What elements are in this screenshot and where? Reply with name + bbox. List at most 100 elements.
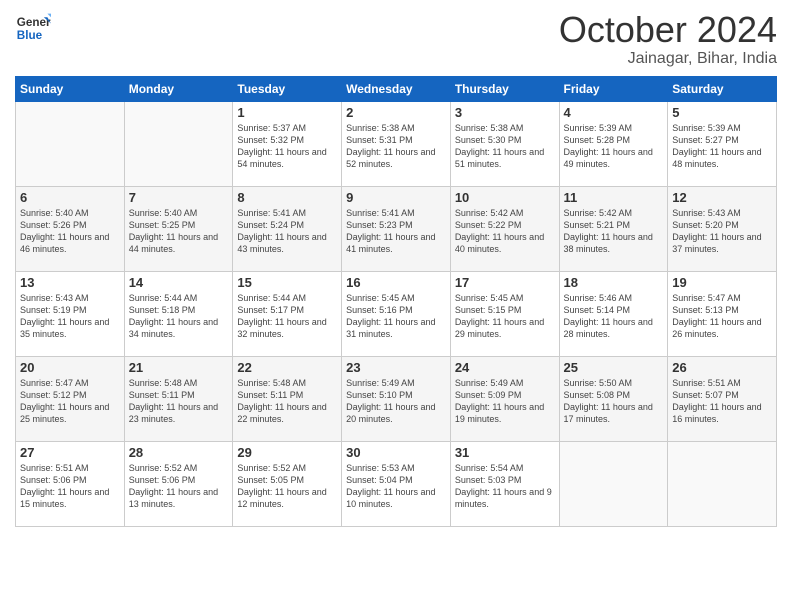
day-number: 21 [129,360,229,375]
day-number: 3 [455,105,555,120]
cell-content: Sunrise: 5:37 AMSunset: 5:32 PMDaylight:… [237,122,337,171]
logo-icon: General Blue [15,10,51,46]
calendar-cell: 26 Sunrise: 5:51 AMSunset: 5:07 PMDayligh… [668,356,777,441]
calendar-week-1: 1 Sunrise: 5:37 AMSunset: 5:32 PMDaylight… [16,101,777,186]
cell-content: Sunrise: 5:53 AMSunset: 5:04 PMDaylight:… [346,462,446,511]
calendar-cell: 7Sunrise: 5:40 AMSunset: 5:25 PMDaylight… [124,186,233,271]
cell-content: Sunrise: 5:47 AMSunset: 5:13 PMDaylight:… [672,292,772,341]
calendar-cell: 23 Sunrise: 5:49 AMSunset: 5:10 PMDayligh… [342,356,451,441]
calendar-cell: 9 Sunrise: 5:41 AMSunset: 5:23 PMDaylight… [342,186,451,271]
day-number: 4 [564,105,664,120]
calendar-cell [559,441,668,526]
cell-content: Sunrise: 5:48 AMSunset: 5:11 PMDaylight:… [237,377,337,426]
cell-content: Sunrise: 5:51 AMSunset: 5:07 PMDaylight:… [672,377,772,426]
cell-content: Sunrise: 5:39 AMSunset: 5:27 PMDaylight:… [672,122,772,171]
header: General Blue October 2024 Jainagar, Biha… [15,10,777,68]
calendar-cell [16,101,125,186]
calendar-cell: 1 Sunrise: 5:37 AMSunset: 5:32 PMDaylight… [233,101,342,186]
day-number: 17 [455,275,555,290]
day-number: 8 [237,190,337,205]
calendar-cell: 2Sunrise: 5:38 AMSunset: 5:31 PMDaylight… [342,101,451,186]
calendar-cell: 16 Sunrise: 5:45 AMSunset: 5:16 PMDayligh… [342,271,451,356]
cell-content: Sunrise: 5:38 AMSunset: 5:30 PMDaylight:… [455,122,555,171]
title-block: October 2024 Jainagar, Bihar, India [559,10,777,68]
day-number: 2 [346,105,446,120]
cell-content: Sunrise: 5:41 AMSunset: 5:23 PMDaylight:… [346,207,446,256]
cell-content: Sunrise: 5:44 AMSunset: 5:17 PMDaylight:… [237,292,337,341]
cell-content: Sunrise: 5:42 AMSunset: 5:21 PMDaylight:… [564,207,664,256]
day-number: 9 [346,190,446,205]
day-number: 26 [672,360,772,375]
calendar-cell: 11 Sunrise: 5:42 AMSunset: 5:21 PMDayligh… [559,186,668,271]
day-number: 27 [20,445,120,460]
svg-text:Blue: Blue [17,29,43,42]
calendar-cell: 14Sunrise: 5:44 AMSunset: 5:18 PMDayligh… [124,271,233,356]
cell-content: Sunrise: 5:50 AMSunset: 5:08 PMDaylight:… [564,377,664,426]
calendar-cell: 25Sunrise: 5:50 AMSunset: 5:08 PMDayligh… [559,356,668,441]
day-number: 24 [455,360,555,375]
calendar-cell: 4 Sunrise: 5:39 AMSunset: 5:28 PMDaylight… [559,101,668,186]
day-number: 5 [672,105,772,120]
calendar-cell: 3 Sunrise: 5:38 AMSunset: 5:30 PMDaylight… [450,101,559,186]
day-number: 30 [346,445,446,460]
cell-content: Sunrise: 5:46 AMSunset: 5:14 PMDaylight:… [564,292,664,341]
calendar-cell [668,441,777,526]
cell-content: Sunrise: 5:39 AMSunset: 5:28 PMDaylight:… [564,122,664,171]
calendar-cell: 5 Sunrise: 5:39 AMSunset: 5:27 PMDaylight… [668,101,777,186]
day-number: 20 [20,360,120,375]
cell-content: Sunrise: 5:52 AMSunset: 5:06 PMDaylight:… [129,462,229,511]
day-number: 1 [237,105,337,120]
day-number: 11 [564,190,664,205]
calendar-cell: 13Sunrise: 5:43 AMSunset: 5:19 PMDayligh… [16,271,125,356]
day-number: 15 [237,275,337,290]
col-tuesday: Tuesday [233,76,342,101]
calendar-cell: 20 Sunrise: 5:47 AMSunset: 5:12 PMDayligh… [16,356,125,441]
col-sunday: Sunday [16,76,125,101]
cell-content: Sunrise: 5:42 AMSunset: 5:22 PMDaylight:… [455,207,555,256]
calendar-cell: 12Sunrise: 5:43 AMSunset: 5:20 PMDayligh… [668,186,777,271]
cell-content: Sunrise: 5:47 AMSunset: 5:12 PMDaylight:… [20,377,120,426]
calendar-cell: 18Sunrise: 5:46 AMSunset: 5:14 PMDayligh… [559,271,668,356]
cell-content: Sunrise: 5:48 AMSunset: 5:11 PMDaylight:… [129,377,229,426]
calendar-week-4: 20 Sunrise: 5:47 AMSunset: 5:12 PMDayligh… [16,356,777,441]
location: Jainagar, Bihar, India [559,50,777,68]
calendar-cell: 30 Sunrise: 5:53 AMSunset: 5:04 PMDayligh… [342,441,451,526]
day-number: 13 [20,275,120,290]
day-number: 6 [20,190,120,205]
cell-content: Sunrise: 5:45 AMSunset: 5:16 PMDaylight:… [346,292,446,341]
day-number: 23 [346,360,446,375]
calendar-cell: 19 Sunrise: 5:47 AMSunset: 5:13 PMDayligh… [668,271,777,356]
cell-content: Sunrise: 5:54 AMSunset: 5:03 PMDaylight:… [455,462,555,511]
calendar-cell: 29 Sunrise: 5:52 AMSunset: 5:05 PMDayligh… [233,441,342,526]
calendar-table: Sunday Monday Tuesday Wednesday Thursday… [15,76,777,527]
calendar-cell: 21 Sunrise: 5:48 AMSunset: 5:11 PMDayligh… [124,356,233,441]
day-number: 16 [346,275,446,290]
day-number: 31 [455,445,555,460]
calendar-cell: 17 Sunrise: 5:45 AMSunset: 5:15 PMDayligh… [450,271,559,356]
calendar-cell: 15 Sunrise: 5:44 AMSunset: 5:17 PMDayligh… [233,271,342,356]
col-thursday: Thursday [450,76,559,101]
cell-content: Sunrise: 5:45 AMSunset: 5:15 PMDaylight:… [455,292,555,341]
calendar-cell: 10 Sunrise: 5:42 AMSunset: 5:22 PMDayligh… [450,186,559,271]
day-number: 10 [455,190,555,205]
cell-content: Sunrise: 5:52 AMSunset: 5:05 PMDaylight:… [237,462,337,511]
day-number: 29 [237,445,337,460]
calendar-cell [124,101,233,186]
calendar-cell: 24Sunrise: 5:49 AMSunset: 5:09 PMDayligh… [450,356,559,441]
header-row: Sunday Monday Tuesday Wednesday Thursday… [16,76,777,101]
col-friday: Friday [559,76,668,101]
cell-content: Sunrise: 5:49 AMSunset: 5:10 PMDaylight:… [346,377,446,426]
cell-content: Sunrise: 5:40 AMSunset: 5:25 PMDaylight:… [129,207,229,256]
day-number: 14 [129,275,229,290]
calendar-cell: 6Sunrise: 5:40 AMSunset: 5:26 PMDaylight… [16,186,125,271]
col-saturday: Saturday [668,76,777,101]
calendar-cell: 31 Sunrise: 5:54 AMSunset: 5:03 PMDayligh… [450,441,559,526]
month-title: October 2024 [559,10,777,50]
day-number: 28 [129,445,229,460]
day-number: 19 [672,275,772,290]
calendar-cell: 22Sunrise: 5:48 AMSunset: 5:11 PMDayligh… [233,356,342,441]
cell-content: Sunrise: 5:43 AMSunset: 5:20 PMDaylight:… [672,207,772,256]
calendar-cell: 27Sunrise: 5:51 AMSunset: 5:06 PMDayligh… [16,441,125,526]
calendar-cell: 28 Sunrise: 5:52 AMSunset: 5:06 PMDayligh… [124,441,233,526]
calendar-week-3: 13Sunrise: 5:43 AMSunset: 5:19 PMDayligh… [16,271,777,356]
